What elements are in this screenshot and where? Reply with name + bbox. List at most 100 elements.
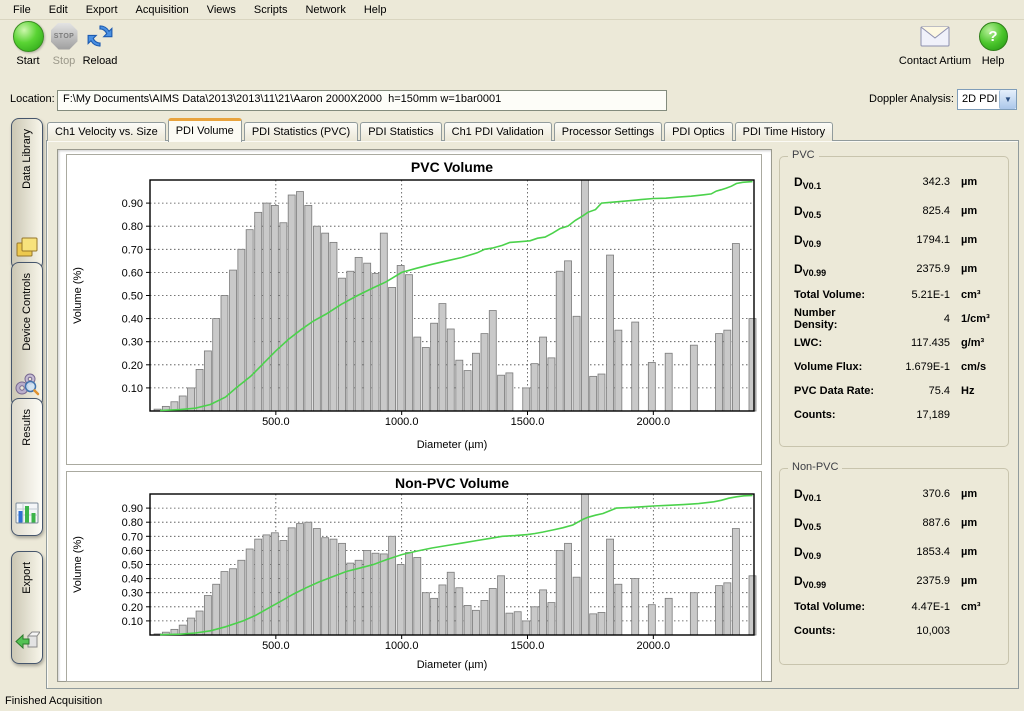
status-bar: Finished Acquisition [0,691,1024,711]
tab-ch1-pdi-validation[interactable]: Ch1 PDI Validation [444,122,552,141]
chevron-down-icon[interactable]: ▼ [999,90,1016,109]
svg-text:PVC Volume: PVC Volume [411,159,493,175]
pvc-volume-chart: 0.100.200.300.400.500.600.700.800.90500.… [67,155,761,464]
stop-button-label: Stop [53,55,76,67]
tab-processor-settings[interactable]: Processor Settings [554,122,662,141]
svg-text:1500.0: 1500.0 [511,416,545,428]
svg-text:0.90: 0.90 [122,503,143,515]
svg-text:0.40: 0.40 [122,314,143,326]
doppler-analysis-value: 2D PDI [958,90,999,109]
stat-row: PVC Data Rate:75.4Hz [780,379,1008,403]
sidebar-item-export[interactable]: Export [11,551,43,664]
help-icon: ? [979,22,1008,51]
tab-ch1-velocity-vs-size[interactable]: Ch1 Velocity vs. Size [47,122,166,141]
tab-pdi-optics[interactable]: PDI Optics [664,122,733,141]
stat-row: DV0.5887.6µm [780,508,1008,537]
stats-region: PVC DV0.1342.3µmDV0.5825.4µmDV0.91794.1µ… [771,141,1017,686]
stat-unit: µm [950,488,1002,500]
stat-label: DV0.5 [794,516,878,530]
stat-value: 1794.1 [878,234,950,246]
stat-label: DV0.9 [794,233,878,247]
svg-text:0.80: 0.80 [122,517,143,529]
stat-row: Volume Flux:1.679E-1cm/s [780,355,1008,379]
svg-text:0.40: 0.40 [122,574,143,586]
help-button[interactable]: ? Help [968,20,1018,67]
tab-pdi-time-history[interactable]: PDI Time History [735,122,834,141]
tab-pdi-volume[interactable]: PDI Volume [168,118,242,142]
svg-text:2000.0: 2000.0 [637,416,671,428]
stat-unit: cm³ [950,289,1002,301]
stat-label: Total Volume: [794,289,878,301]
stat-unit: µm [950,517,1002,529]
svg-text:0.70: 0.70 [122,531,143,543]
reload-button[interactable]: Reload [76,20,124,67]
non-pvc-volume-chart: 0.100.200.300.400.500.600.700.800.90500.… [67,472,761,681]
svg-text:Diameter (µm): Diameter (µm) [417,659,488,671]
svg-text:0.30: 0.30 [122,337,143,349]
menu-bar: FileEditExportAcquisitionViewsScriptsNet… [0,0,1024,20]
tab-strip: Ch1 Velocity vs. SizePDI VolumePDI Stati… [47,116,835,141]
stat-value: 75.4 [878,385,950,397]
svg-text:0.50: 0.50 [122,291,143,303]
svg-text:0.10: 0.10 [122,383,143,395]
reload-icon [85,21,115,51]
stop-icon: STOP [51,23,78,50]
stat-label: Volume Flux: [794,361,878,373]
doppler-analysis-select[interactable]: 2D PDI ▼ [957,89,1017,110]
svg-text:0.90: 0.90 [122,198,143,210]
pvc-stats-group: PVC DV0.1342.3µmDV0.5825.4µmDV0.91794.1µ… [779,156,1009,447]
svg-text:0.60: 0.60 [122,267,143,279]
stat-value: 10,003 [878,625,950,637]
sidebar-item-label: Data Library [21,129,33,189]
stat-unit: cm/s [950,361,1002,373]
stat-unit: cm³ [950,601,1002,613]
stat-value: 2375.9 [878,575,950,587]
stat-unit: µm [950,263,1002,275]
menu-scripts[interactable]: Scripts [245,2,297,18]
stat-row: DV0.1342.3µm [780,167,1008,196]
stat-label: LWC: [794,337,878,349]
svg-text:0.30: 0.30 [122,588,143,600]
start-icon [13,21,44,52]
help-button-label: Help [982,55,1005,67]
stat-value: 887.6 [878,517,950,529]
stat-value: 342.3 [878,176,950,188]
folders-icon [14,234,40,263]
pvc-group-title: PVC [788,149,819,161]
svg-text:500.0: 500.0 [262,416,290,428]
stat-value: 4 [878,313,950,325]
stat-row: LWC:117.435g/m³ [780,331,1008,355]
charts-region: 0.100.200.300.400.500.600.700.800.90500.… [57,149,772,682]
stat-value: 5.21E-1 [878,289,950,301]
toolbar: Start STOP Stop Reload Contact Artium [0,20,1024,84]
svg-text:1000.0: 1000.0 [385,416,419,428]
tab-pdi-statistics-pvc-[interactable]: PDI Statistics (PVC) [244,122,358,141]
menu-network[interactable]: Network [296,2,354,18]
contact-artium-button[interactable]: Contact Artium [894,20,976,67]
stat-unit: µm [950,176,1002,188]
svg-text:0.80: 0.80 [122,221,143,233]
menu-file[interactable]: File [4,2,40,18]
stat-label: DV0.5 [794,204,878,218]
stat-value: 117.435 [878,337,950,349]
menu-help[interactable]: Help [355,2,396,18]
stat-row: Total Volume:4.47E-1cm³ [780,595,1008,619]
stat-row: Number Density:41/cm³ [780,307,1008,331]
svg-text:Volume (%): Volume (%) [72,536,84,593]
location-field[interactable]: F:\My Documents\AIMS Data\2013\2013\11\2… [57,90,667,111]
menu-export[interactable]: Export [77,2,127,18]
stat-label: DV0.99 [794,262,878,276]
stat-unit: 1/cm³ [950,313,1002,325]
sidebar-item-results[interactable]: Results [11,398,43,536]
sidebar-item-device-controls[interactable]: Device Controls [11,262,43,407]
sidebar-item-data-library[interactable]: Data Library [11,118,43,270]
menu-acquisition[interactable]: Acquisition [127,2,198,18]
stat-value: 1853.4 [878,546,950,558]
tab-pdi-statistics[interactable]: PDI Statistics [360,122,441,141]
menu-edit[interactable]: Edit [40,2,77,18]
menu-views[interactable]: Views [198,2,245,18]
stat-unit: g/m³ [950,337,1002,349]
svg-text:1000.0: 1000.0 [385,640,419,652]
chart-icon [14,500,40,529]
gears-icon [14,371,40,400]
